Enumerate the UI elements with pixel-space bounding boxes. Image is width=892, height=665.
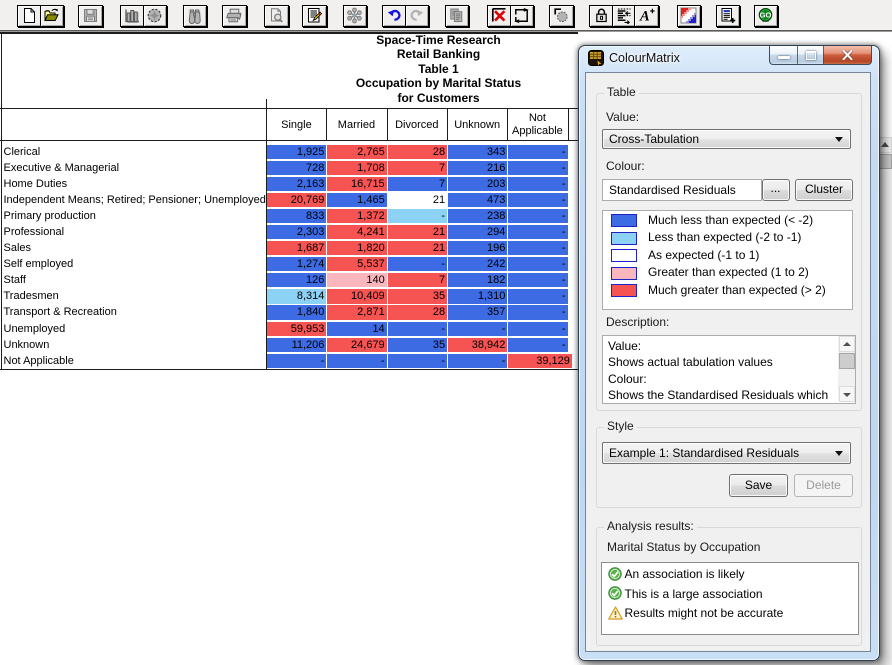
- svg-text:GO: GO: [760, 11, 772, 20]
- svg-text:A: A: [639, 9, 650, 25]
